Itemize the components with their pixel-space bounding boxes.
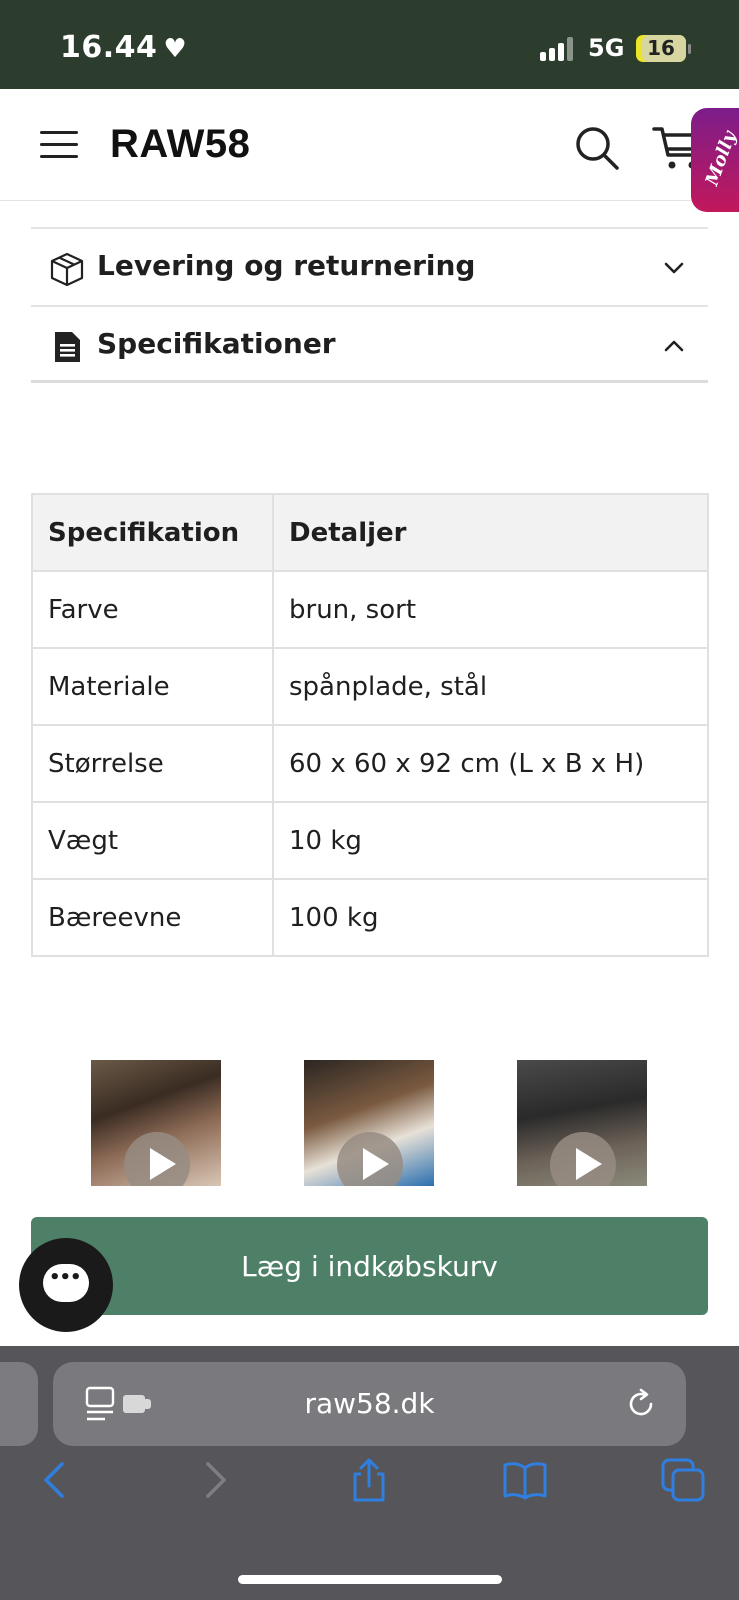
spec-value: 10 kg <box>272 801 709 880</box>
site-header: RAW58 <box>0 89 739 201</box>
table-row: Materiale spånplade, stål <box>31 647 709 726</box>
address-bar[interactable]: raw58.dk <box>53 1362 686 1446</box>
previous-tab-preview[interactable] <box>0 1362 38 1446</box>
battery-icon: 16 <box>636 35 686 62</box>
chevron-down-icon <box>664 262 684 274</box>
spec-value: 60 x 60 x 92 cm (L x B x H) <box>272 724 709 803</box>
video-thumbnail-2[interactable] <box>304 1060 434 1186</box>
molly-badge-label: Molly <box>701 128 739 189</box>
url-text: raw58.dk <box>304 1387 435 1420</box>
spec-value: 100 kg <box>272 878 709 957</box>
specifications-table: Specifikation Detaljer Farve brun, sort … <box>31 493 709 957</box>
status-time: 16.44 ♥ <box>60 30 187 65</box>
table-row: Vægt 10 kg <box>31 801 709 880</box>
chat-button[interactable] <box>19 1238 113 1332</box>
column-header: Detaljer <box>272 493 709 572</box>
molly-assistant-badge[interactable]: Molly <box>691 108 739 212</box>
play-icon[interactable] <box>124 1132 190 1186</box>
signal-icon <box>540 37 576 61</box>
back-icon[interactable] <box>32 1456 80 1504</box>
accordion-delivery[interactable]: Levering og returnering <box>31 227 708 305</box>
document-icon <box>55 332 80 362</box>
bookmarks-icon[interactable] <box>501 1456 549 1504</box>
status-bar: 16.44 ♥ 5G 16 <box>0 0 739 89</box>
battery-level: 16 <box>647 36 675 60</box>
table-row: Bæreevne 100 kg <box>31 878 709 957</box>
accordion-specifications-label: Specifikationer <box>97 327 336 360</box>
chat-icon <box>43 1264 89 1302</box>
accordion-specifications[interactable]: Specifikationer <box>31 305 708 383</box>
browser-toolbar: raw58.dk <box>0 1346 739 1600</box>
chevron-up-icon <box>664 340 684 352</box>
spec-name: Materiale <box>31 647 274 726</box>
video-thumbnail-1[interactable] <box>91 1060 221 1186</box>
table-header-row: Specifikation Detaljer <box>31 493 709 572</box>
reload-icon[interactable] <box>625 1388 657 1420</box>
add-to-cart-button[interactable]: Læg i indkøbskurv <box>31 1217 708 1315</box>
site-logo[interactable]: RAW58 <box>110 122 250 167</box>
play-icon[interactable] <box>337 1132 403 1186</box>
network-label: 5G <box>588 34 625 62</box>
spec-value: spånplade, stål <box>272 647 709 726</box>
spec-name: Vægt <box>31 801 274 880</box>
home-indicator[interactable] <box>238 1575 502 1584</box>
forward-icon[interactable] <box>190 1456 238 1504</box>
status-time-text: 16.44 <box>60 30 158 65</box>
video-thumbnail-3[interactable] <box>517 1060 647 1186</box>
share-icon[interactable] <box>345 1456 393 1504</box>
spec-name: Farve <box>31 570 274 649</box>
column-header: Specifikation <box>31 493 274 572</box>
table-row: Farve brun, sort <box>31 570 709 649</box>
battery-cap <box>688 44 691 54</box>
package-icon <box>50 252 84 287</box>
play-icon[interactable] <box>550 1132 616 1186</box>
spec-name: Bæreevne <box>31 878 274 957</box>
spec-name: Størrelse <box>31 724 274 803</box>
product-accordion: Levering og returnering Specifikationer <box>31 227 708 383</box>
heart-icon: ♥ <box>163 34 188 64</box>
table-row: Størrelse 60 x 60 x 92 cm (L x B x H) <box>31 724 709 803</box>
accordion-delivery-label: Levering og returnering <box>97 249 476 282</box>
spec-value: brun, sort <box>272 570 709 649</box>
hamburger-menu-icon[interactable] <box>40 129 78 159</box>
tabs-icon[interactable] <box>659 1456 707 1504</box>
search-icon[interactable] <box>574 125 620 171</box>
